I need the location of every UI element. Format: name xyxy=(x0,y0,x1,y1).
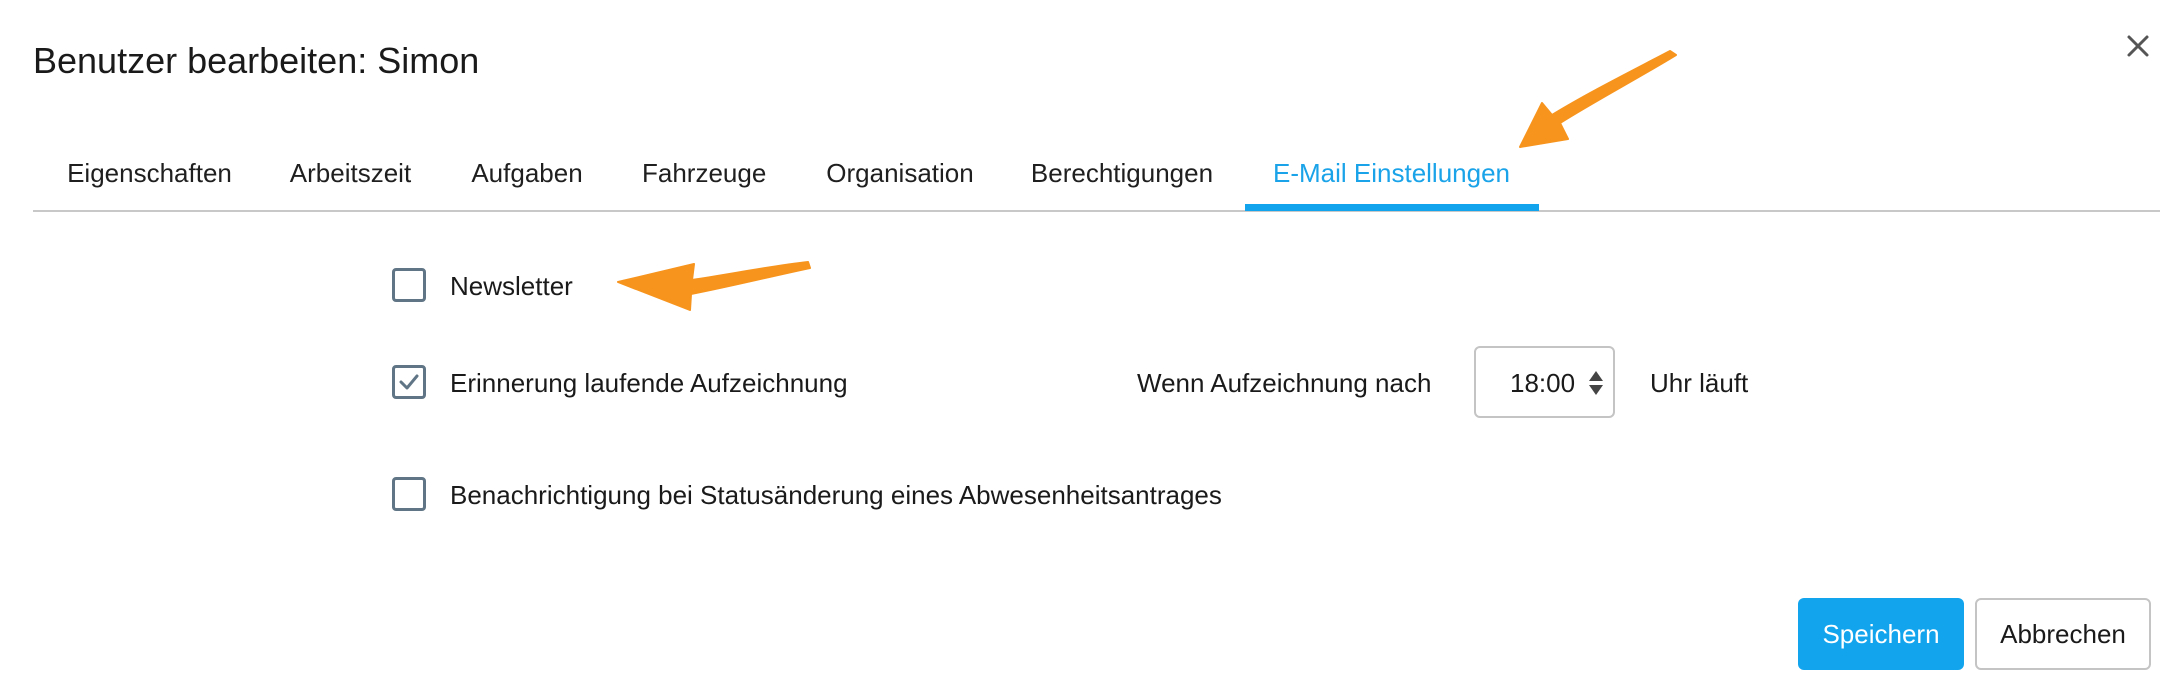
dialog-title: Benutzer bearbeiten: Simon xyxy=(33,40,480,81)
newsletter-label: Newsletter xyxy=(450,271,573,301)
absence-notification-label: Benachrichtigung bei Statusänderung eine… xyxy=(450,480,1222,510)
active-tab-indicator xyxy=(1245,204,1539,211)
reminder-checkbox[interactable] xyxy=(392,365,426,399)
reminder-time-select[interactable]: 18:00 xyxy=(1474,346,1615,418)
tab-email-einstellungen[interactable]: E-Mail Einstellungen xyxy=(1273,140,1510,210)
annotation-arrow-icon xyxy=(1519,50,1677,148)
save-button[interactable]: Speichern xyxy=(1798,598,1964,670)
newsletter-checkbox[interactable] xyxy=(392,268,426,302)
absence-notification-checkbox[interactable] xyxy=(392,477,426,511)
reminder-time-value: 18:00 xyxy=(1510,368,1576,398)
tab-eigenschaften[interactable]: Eigenschaften xyxy=(64,140,235,210)
cancel-button[interactable]: Abbrechen xyxy=(1975,598,2151,670)
reminder-label: Erinnerung laufende Aufzeichnung xyxy=(450,368,848,398)
edit-user-dialog: Benutzer bearbeiten: Simon Eigenschaften… xyxy=(0,0,2182,696)
annotation-arrow-icon xyxy=(617,261,811,311)
close-button[interactable] xyxy=(2118,26,2158,66)
reminder-time-prefix: Wenn Aufzeichnung nach xyxy=(1137,368,1432,398)
checkmark-icon xyxy=(399,374,419,390)
tab-berechtigungen[interactable]: Berechtigungen xyxy=(1030,140,1214,210)
tab-arbeitszeit[interactable]: Arbeitszeit xyxy=(288,140,413,210)
tab-fahrzeuge[interactable]: Fahrzeuge xyxy=(642,140,766,210)
tab-aufgaben[interactable]: Aufgaben xyxy=(470,140,584,210)
tab-organisation[interactable]: Organisation xyxy=(823,140,977,210)
spinner-arrows-icon xyxy=(1589,371,1603,395)
close-icon xyxy=(2127,35,2149,57)
tab-bar: Eigenschaften Arbeitszeit Aufgaben Fahrz… xyxy=(33,140,2160,212)
reminder-time-suffix: Uhr läuft xyxy=(1650,368,1749,398)
